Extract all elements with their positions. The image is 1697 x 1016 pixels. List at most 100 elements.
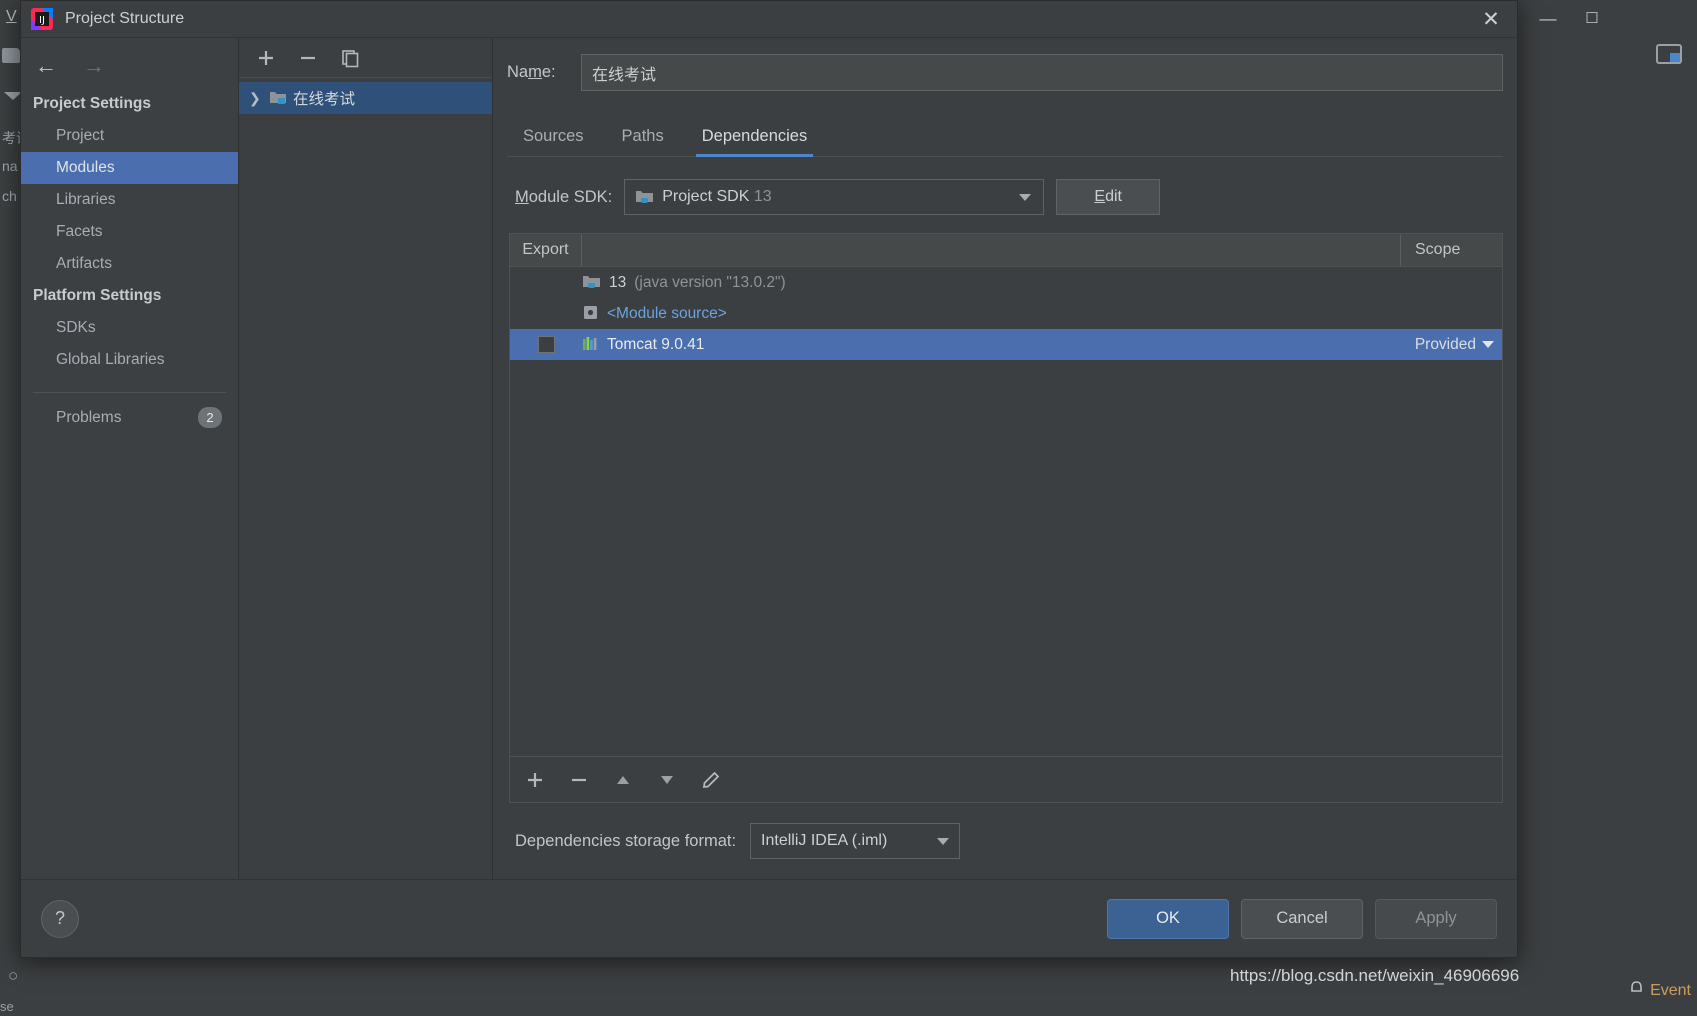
intellij-idea-logo-icon: IJ bbox=[31, 8, 53, 30]
dialog-titlebar: IJ Project Structure ✕ bbox=[21, 1, 1517, 37]
dependency-scope-cell[interactable]: Provided bbox=[1386, 336, 1502, 354]
ide-right-panel bbox=[1537, 0, 1697, 1016]
module-folder-icon bbox=[269, 89, 287, 107]
dependencies-storage-select[interactable]: IntelliJ IDEA (.iml) bbox=[750, 823, 961, 859]
edit-dependency-button[interactable] bbox=[698, 767, 724, 793]
dialog-footer: ? OK Cancel Apply bbox=[21, 879, 1517, 957]
sidebar-item-project[interactable]: Project bbox=[21, 120, 238, 152]
file-icon bbox=[2, 48, 20, 63]
remove-dependency-button[interactable] bbox=[566, 767, 592, 793]
chevron-down-icon[interactable] bbox=[1019, 193, 1032, 201]
tab-dependencies[interactable]: Dependencies bbox=[695, 127, 814, 157]
module-sdk-value: Project SDK 13 bbox=[662, 188, 1011, 206]
export-checkbox-cell[interactable] bbox=[510, 336, 582, 353]
dependency-name-cell: 13 (java version "13.0.2") bbox=[582, 273, 1386, 292]
maximize-icon[interactable]: ☐ bbox=[1583, 10, 1601, 28]
table-row[interactable]: Tomcat 9.0.41 Provided bbox=[510, 329, 1502, 360]
sidebar-item-sdks[interactable]: SDKs bbox=[21, 312, 238, 344]
column-header-name[interactable] bbox=[582, 234, 1400, 266]
module-sdk-value-main: Project SDK bbox=[662, 188, 750, 205]
close-icon[interactable]: ✕ bbox=[1465, 1, 1517, 37]
bg-text-2: ch bbox=[2, 188, 17, 204]
sidebar-item-libraries[interactable]: Libraries bbox=[21, 184, 238, 216]
dependencies-storage-label: Dependencies storage format: bbox=[515, 831, 737, 850]
sidebar-nav-arrows: ← → bbox=[21, 44, 238, 88]
tab-sources[interactable]: Sources bbox=[517, 127, 590, 156]
project-structure-dialog: IJ Project Structure ✕ ← → Project Setti… bbox=[20, 0, 1518, 958]
dependency-name: Tomcat 9.0.41 bbox=[607, 335, 705, 353]
event-log-button[interactable]: Event bbox=[1628, 980, 1691, 1002]
module-sdk-row: Module SDK: Project SDK 13 Edit bbox=[507, 157, 1503, 233]
help-button[interactable]: ? bbox=[41, 899, 79, 938]
module-tabs: Sources Paths Dependencies bbox=[507, 107, 1503, 157]
bg-search-text: se bbox=[0, 999, 14, 1014]
problems-count-badge: 2 bbox=[198, 407, 222, 428]
column-header-export[interactable]: Export bbox=[510, 234, 582, 266]
dependencies-storage-row: Dependencies storage format: IntelliJ ID… bbox=[507, 803, 1503, 879]
bell-icon bbox=[1628, 980, 1645, 1002]
chevron-down-icon[interactable] bbox=[937, 837, 950, 845]
chevron-right-icon[interactable]: ❯ bbox=[249, 90, 263, 107]
dependency-name: 13 bbox=[609, 273, 627, 291]
dependency-scope-value: Provided bbox=[1414, 335, 1476, 353]
jdk-folder-icon bbox=[582, 273, 601, 292]
edit-sdk-button[interactable]: Edit bbox=[1056, 179, 1161, 215]
sidebar-item-facets[interactable]: Facets bbox=[21, 216, 238, 248]
sidebar-item-global-libraries[interactable]: Global Libraries bbox=[21, 344, 238, 376]
tomcat-icon bbox=[582, 336, 599, 354]
module-tree-row[interactable]: ❯ 在线考试 bbox=[239, 82, 492, 114]
table-row[interactable]: 13 (java version "13.0.2") bbox=[510, 267, 1502, 298]
add-module-button[interactable] bbox=[253, 45, 279, 71]
chevron-down-icon[interactable] bbox=[1482, 341, 1494, 348]
svg-text:IJ: IJ bbox=[39, 15, 45, 26]
dialog-title: Project Structure bbox=[65, 10, 185, 27]
sidebar-item-modules[interactable]: Modules bbox=[21, 152, 238, 184]
dependency-name: <Module source> bbox=[607, 304, 727, 322]
jdk-folder-icon bbox=[635, 188, 654, 207]
module-source-icon bbox=[582, 304, 599, 323]
dependency-name-cell: Tomcat 9.0.41 bbox=[582, 336, 1386, 354]
dependencies-storage-value: IntelliJ IDEA (.iml) bbox=[761, 832, 888, 849]
module-name-label: Name: bbox=[507, 63, 556, 81]
module-name-row: Name: bbox=[507, 38, 1503, 97]
module-tree-list: ❯ 在线考试 bbox=[239, 78, 492, 879]
export-checkbox[interactable] bbox=[537, 336, 555, 353]
event-log-label: Event bbox=[1650, 982, 1691, 999]
arrow-right-icon[interactable]: → bbox=[83, 55, 105, 77]
move-up-button[interactable] bbox=[610, 767, 636, 793]
dialog-body: ← → Project Settings Project Modules Lib… bbox=[21, 37, 1517, 879]
tab-paths[interactable]: Paths bbox=[616, 127, 670, 156]
menu-view[interactable]: V bbox=[6, 8, 17, 26]
module-tree-row-label: 在线考试 bbox=[293, 91, 356, 108]
bg-circle-icon: ○ bbox=[8, 966, 19, 985]
arrow-left-icon[interactable]: ← bbox=[35, 55, 57, 77]
sidebar-group-platform-settings: Platform Settings bbox=[33, 287, 162, 304]
dependencies-table-body: 13 (java version "13.0.2") <Module sourc… bbox=[510, 267, 1502, 756]
dependency-name-cell: <Module source> bbox=[582, 304, 1386, 323]
module-sdk-select[interactable]: Project SDK 13 bbox=[624, 179, 1045, 215]
dependencies-table: Export Scope 13 (java version "13.0.2") … bbox=[509, 233, 1503, 803]
module-name-input[interactable] bbox=[581, 54, 1503, 91]
module-tree-panel: ❯ 在线考试 bbox=[239, 38, 493, 879]
database-icon[interactable] bbox=[1655, 42, 1685, 68]
settings-sidebar: ← → Project Settings Project Modules Lib… bbox=[21, 38, 239, 879]
bg-text-1: na bbox=[2, 158, 18, 174]
sidebar-item-label: Problems bbox=[56, 408, 122, 426]
sidebar-item-problems[interactable]: Problems 2 bbox=[21, 393, 238, 428]
add-dependency-button[interactable] bbox=[522, 767, 548, 793]
module-tree-toolbar bbox=[239, 38, 492, 78]
ok-button[interactable]: OK bbox=[1107, 898, 1229, 939]
module-sdk-value-version: 13 bbox=[753, 188, 772, 205]
module-editor: Name: Sources Paths Dependencies Module … bbox=[493, 38, 1517, 879]
dependencies-toolbar bbox=[510, 756, 1502, 802]
apply-button[interactable]: Apply bbox=[1375, 898, 1497, 939]
cancel-button[interactable]: Cancel bbox=[1241, 898, 1363, 939]
column-header-scope[interactable]: Scope bbox=[1400, 234, 1502, 266]
remove-module-button[interactable] bbox=[295, 45, 321, 71]
dependency-detail: (java version "13.0.2") bbox=[634, 273, 786, 291]
sidebar-item-artifacts[interactable]: Artifacts bbox=[21, 248, 238, 280]
table-row[interactable]: <Module source> bbox=[510, 298, 1502, 329]
minimize-icon[interactable]: — bbox=[1537, 8, 1559, 30]
copy-module-button[interactable] bbox=[337, 45, 363, 71]
move-down-button[interactable] bbox=[654, 767, 680, 793]
